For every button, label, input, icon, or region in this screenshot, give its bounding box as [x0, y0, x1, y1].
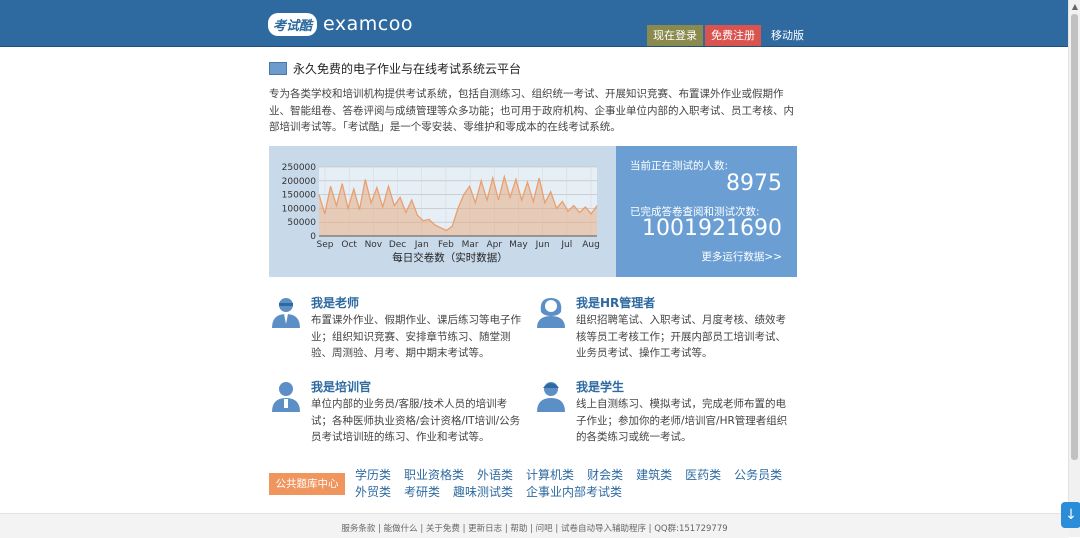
current-testers-label: 当前正在测试的人数: — [630, 160, 729, 172]
x-tick-label: Feb — [438, 240, 454, 250]
scroll-up-arrow-icon[interactable]: ▲ — [1072, 2, 1078, 11]
logo-badge: 考试酷 — [268, 12, 318, 36]
category-link[interactable]: 考研类 — [404, 484, 440, 501]
category-link[interactable]: 医药类 — [685, 467, 721, 484]
role-student[interactable]: 我是学生 线上自测练习、模拟考试，完成老师布置的电子作业；参加你的老师/培训官/… — [534, 378, 787, 448]
category-link[interactable]: 公务员类 — [734, 467, 782, 484]
x-tick-label: Jan — [414, 240, 429, 250]
chart-title: 每日交卷数（实时数据） — [392, 251, 508, 264]
x-tick-label: Aug — [582, 240, 600, 250]
category-link[interactable]: 建筑类 — [636, 467, 672, 484]
hr-manager-avatar-icon — [537, 298, 565, 328]
trainer-avatar-icon — [272, 382, 300, 412]
logo-text: examcoo — [323, 13, 413, 35]
x-tick-label: Nov — [365, 240, 383, 250]
role-trainer[interactable]: 我是培训官 单位内部的业务员/客服/技术人员的培训考试；各种医师执业资格/会计资… — [269, 378, 520, 448]
x-tick-label: Jul — [560, 240, 572, 250]
student-avatar-icon — [537, 382, 565, 412]
daily-submissions-chart: 250000 200000 150000 100000 50000 0 Sep Oct Nov D… — [269, 146, 616, 277]
public-question-bank-button[interactable]: 公共题库中心 — [269, 473, 345, 495]
tagline-text: 永久免费的电子作业与在线考试系统云平台 — [293, 62, 522, 76]
screen-icon — [269, 62, 287, 75]
x-tick-label: Jun — [535, 240, 550, 250]
x-tick-label: Sep — [317, 240, 334, 250]
footer: 服务条款 | 能做什么 | 关于免费 | 更新日志 | 帮助 | 问吧 | 试卷… — [0, 513, 1069, 538]
role-description: 布置课外作业、假期作业、课后练习等电子作业；组织知识竞赛、安排章节练习、随堂测验… — [311, 314, 521, 359]
mobile-version-link[interactable]: 移动版 — [765, 25, 810, 46]
teacher-avatar-icon — [272, 298, 300, 328]
y-tick-label: 200000 — [282, 177, 317, 187]
vertical-scrollbar[interactable]: ▲ ▼ — [1068, 0, 1080, 537]
x-tick-label: Dec — [389, 240, 406, 250]
role-hr-manager[interactable]: 我是HR管理者 组织招聘笔试、入职考试、月度考核、绩效考核等员工考核工作；开展内… — [534, 294, 786, 364]
y-tick-label: 0 — [310, 232, 316, 242]
category-link[interactable]: 职业资格类 — [404, 467, 464, 484]
category-link[interactable]: 财会类 — [587, 467, 623, 484]
role-title[interactable]: 我是培训官 — [311, 378, 371, 395]
site-logo[interactable]: 考试酷 examcoo — [268, 11, 413, 37]
scroll-thumb[interactable] — [1071, 14, 1078, 460]
category-link[interactable]: 趣味测试类 — [453, 484, 513, 501]
role-title[interactable]: 我是学生 — [576, 378, 624, 395]
category-link[interactable]: 外贸类 — [355, 484, 391, 501]
footer-links[interactable]: 服务条款 | 能做什么 | 关于免费 | 更新日志 | 帮助 | 问吧 | 试卷… — [0, 522, 1069, 534]
current-testers-value: 8975 — [726, 171, 782, 196]
category-link[interactable]: 外语类 — [477, 467, 513, 484]
total-tests-value: 1001921690 — [642, 216, 782, 241]
chart-svg: 250000 200000 150000 100000 50000 0Sep Oct Nov D… — [282, 163, 600, 264]
intro-paragraph: 专为各类学校和培训机构提供考试系统，包括自测练习、组织统一考试、开展知识竞赛、布… — [269, 88, 794, 133]
category-link[interactable]: 计算机类 — [526, 467, 574, 484]
role-description: 组织招聘笔试、入职考试、月度考核、绩效考核等员工考核工作；开展内部员工培训考试、… — [576, 314, 786, 359]
more-stats-link[interactable]: 更多运行数据>> — [701, 249, 782, 264]
tagline: 永久免费的电子作业与在线考试系统云平台 — [269, 60, 521, 77]
role-title[interactable]: 我是老师 — [311, 294, 359, 311]
y-tick-label: 100000 — [282, 204, 317, 214]
role-teacher[interactable]: 我是老师 布置课外作业、假期作业、课后练习等电子作业；组织知识竞赛、安排章节练习… — [269, 294, 521, 364]
role-description: 线上自测练习、模拟考试，完成老师布置的电子作业；参加你的老师/培训官/HR管理者… — [576, 398, 788, 443]
y-tick-label: 50000 — [287, 218, 316, 228]
top-header: 考试酷 examcoo 现在登录 免费注册 移动版 — [0, 0, 1069, 47]
stats-panel: 250000 200000 150000 100000 50000 0 Sep Oct Nov D… — [269, 146, 797, 277]
y-tick-label: 150000 — [282, 191, 317, 201]
stats-summary: 当前正在测试的人数: 8975 已完成答卷查阅和测试次数: 1001921690… — [616, 146, 797, 277]
y-tick-label: 250000 — [282, 163, 317, 173]
category-link[interactable]: 企事业内部考试类 — [526, 484, 622, 501]
role-title[interactable]: 我是HR管理者 — [576, 294, 655, 311]
x-tick-label: Apr — [486, 240, 502, 250]
x-tick-label: Oct — [341, 240, 357, 250]
x-tick-label: May — [509, 240, 528, 250]
x-tick-label: Mar — [462, 240, 479, 250]
role-description: 单位内部的业务员/客服/技术人员的培训考试；各种医师执业资格/会计资格/IT培训… — [311, 398, 521, 443]
login-button[interactable]: 现在登录 — [647, 25, 703, 46]
scroll-down-float-button[interactable]: ↓ — [1061, 502, 1080, 528]
register-button[interactable]: 免费注册 — [705, 25, 761, 46]
category-link[interactable]: 学历类 — [355, 467, 391, 484]
category-links: 学历类 职业资格类 外语类 计算机类 财会类 建筑类 医药类 公务员类外贸类 考研类 趣味测试类企… — [355, 467, 800, 501]
